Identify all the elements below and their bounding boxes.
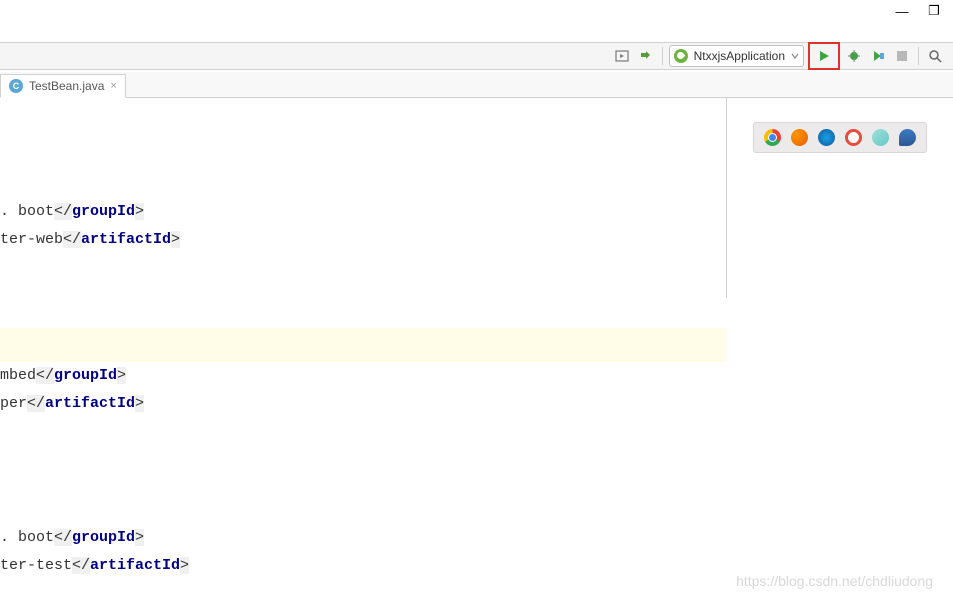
- code-line: ter-test</artifactId>: [0, 552, 726, 580]
- minimize-button[interactable]: —: [895, 4, 909, 18]
- code-line: per</artifactId>: [0, 390, 726, 418]
- stop-button[interactable]: [892, 46, 912, 66]
- code-line: ter-web</artifactId>: [0, 226, 726, 254]
- code-line: mbed</groupId>: [0, 362, 726, 390]
- chevron-down-icon: [791, 52, 799, 60]
- edge-icon[interactable]: [899, 129, 916, 146]
- tab-testbean[interactable]: C TestBean.java ×: [0, 74, 126, 98]
- run-button[interactable]: [814, 46, 834, 66]
- hammer-icon[interactable]: [636, 46, 656, 66]
- watermark-text: https://blog.csdn.net/chdliudong: [736, 573, 933, 589]
- highlighted-line: [0, 328, 726, 362]
- tab-label: TestBean.java: [29, 79, 104, 93]
- chrome-icon[interactable]: [764, 129, 781, 146]
- search-everywhere-icon[interactable]: [925, 46, 945, 66]
- safari-icon[interactable]: [818, 129, 835, 146]
- editor-right-margin: [726, 98, 727, 298]
- java-class-icon: C: [9, 79, 23, 93]
- spring-boot-icon: [674, 49, 688, 63]
- code-line: . boot</groupId>: [0, 198, 726, 226]
- toolbar-separator: [662, 47, 663, 65]
- opera-icon[interactable]: [845, 129, 862, 146]
- run-configuration-dropdown[interactable]: NtxxjsApplication: [669, 45, 804, 67]
- firefox-icon[interactable]: [791, 129, 808, 146]
- run-button-highlight: [808, 42, 840, 70]
- restore-button[interactable]: ❐: [927, 4, 941, 18]
- debug-button[interactable]: [844, 46, 864, 66]
- close-icon[interactable]: ×: [110, 80, 116, 92]
- run-config-label: NtxxjsApplication: [694, 49, 785, 63]
- window-controls: — ❐: [895, 4, 941, 18]
- browser-selector-panel: [753, 122, 927, 153]
- code-line: . boot</groupId>: [0, 524, 726, 552]
- main-toolbar: NtxxjsApplication: [0, 42, 953, 70]
- yandex-icon[interactable]: [872, 129, 889, 146]
- run-coverage-button[interactable]: [868, 46, 888, 66]
- toolbar-separator: [918, 47, 919, 65]
- code-editor[interactable]: . boot</groupId> ter-web</artifactId> mb…: [0, 98, 726, 599]
- target-icon[interactable]: [612, 46, 632, 66]
- editor-tab-bar: C TestBean.java ×: [0, 72, 953, 98]
